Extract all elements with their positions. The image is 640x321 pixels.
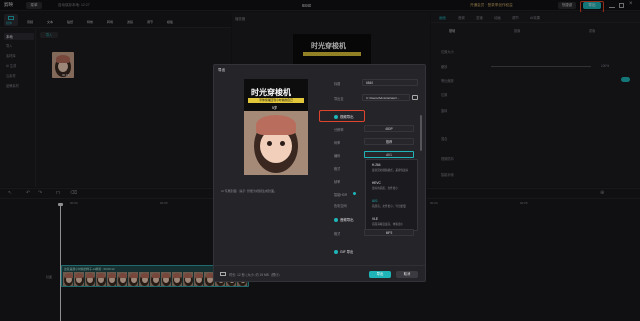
audio-format-label: 格式 [334, 232, 341, 236]
codec-desc-vle: 画面清晰度最高，体积更小 [372, 223, 404, 226]
cover-subtitle: 带你穿越回到小时候的自己 [248, 98, 304, 103]
audio-export-label: 音频导出 [340, 218, 354, 222]
cover-preview[interactable]: 时光穿梭机 带你穿越回到小时候的自己 5岁 [244, 79, 308, 175]
film-icon [220, 272, 226, 276]
export-path-input[interactable]: C:/Users/Administrator/... [362, 94, 410, 101]
export-dialog: 导出 时光穿梭机 带你穿越回到小时候的自己 5岁 AI 专属封面 · 提示: 智… [213, 64, 426, 282]
codec-option-vle[interactable]: VLE [372, 217, 378, 221]
framerate-label: 帧率 [334, 180, 341, 184]
codec-option-av1[interactable]: AV1 [372, 199, 378, 203]
gif-export-label: GIF 导出 [340, 250, 354, 254]
audio-format-select[interactable]: MP3 [364, 229, 414, 236]
export-confirm-button[interactable]: 导出 [369, 271, 391, 278]
codec-desc-h264: 最常见的视频格式，兼容性最好 [372, 169, 409, 172]
codec-option-hevc[interactable]: HEVC [372, 181, 381, 185]
smart-hdr-toggle[interactable] [353, 192, 356, 195]
format-label: 格式 [334, 167, 341, 171]
codec-dropdown: H.264 最常见的视频格式，兼容性最好 HEVC 更好的画质，文件更小 AV1… [365, 159, 418, 231]
dialog-footer-divider [214, 265, 425, 266]
codec-select[interactable]: AV1 [364, 151, 414, 158]
resolution-select[interactable]: 480P [364, 125, 414, 132]
cover-note: 5岁 [272, 106, 278, 110]
export-cancel-button[interactable]: 取消 [396, 271, 418, 278]
title-input[interactable]: 6840 [362, 79, 418, 86]
resolution-label: 分辨率 [334, 128, 344, 132]
gif-export-checkbox[interactable] [334, 250, 338, 254]
codec-desc-hevc: 更好的画质，文件更小 [372, 187, 398, 190]
codec-option-h264[interactable]: H.264 [372, 163, 381, 167]
cover-preview-note: AI 专属封面 · 提示: 智能为视频生成封面。 [221, 189, 278, 193]
audio-export-checkbox[interactable] [334, 218, 338, 222]
export-info: 时长: 12 秒 | 大小: 约 19 MB（预计） [229, 273, 282, 277]
color-space-label: 色彩空间 [334, 204, 347, 208]
folder-icon[interactable] [412, 95, 418, 100]
codec-label: 编码 [334, 154, 341, 158]
bitrate-label: 码率 [334, 141, 341, 145]
export-dialog-title: 导出 [218, 68, 226, 72]
bitrate-select[interactable]: 推荐 [364, 138, 414, 145]
cover-title: 时光穿梭机 [251, 88, 291, 97]
codec-desc-av1: 画质高，文件更小，导出更慢 [372, 205, 406, 208]
cover-photo [244, 111, 308, 175]
title-label: 标题 [334, 82, 341, 86]
dialog-scrollbar[interactable] [420, 115, 422, 151]
video-export-checkbox[interactable] [334, 115, 338, 119]
smart-hdr-label: 智能HDR [334, 193, 348, 197]
export-path-label: 导出至 [334, 97, 344, 101]
video-export-label: 视频导出 [340, 115, 354, 119]
